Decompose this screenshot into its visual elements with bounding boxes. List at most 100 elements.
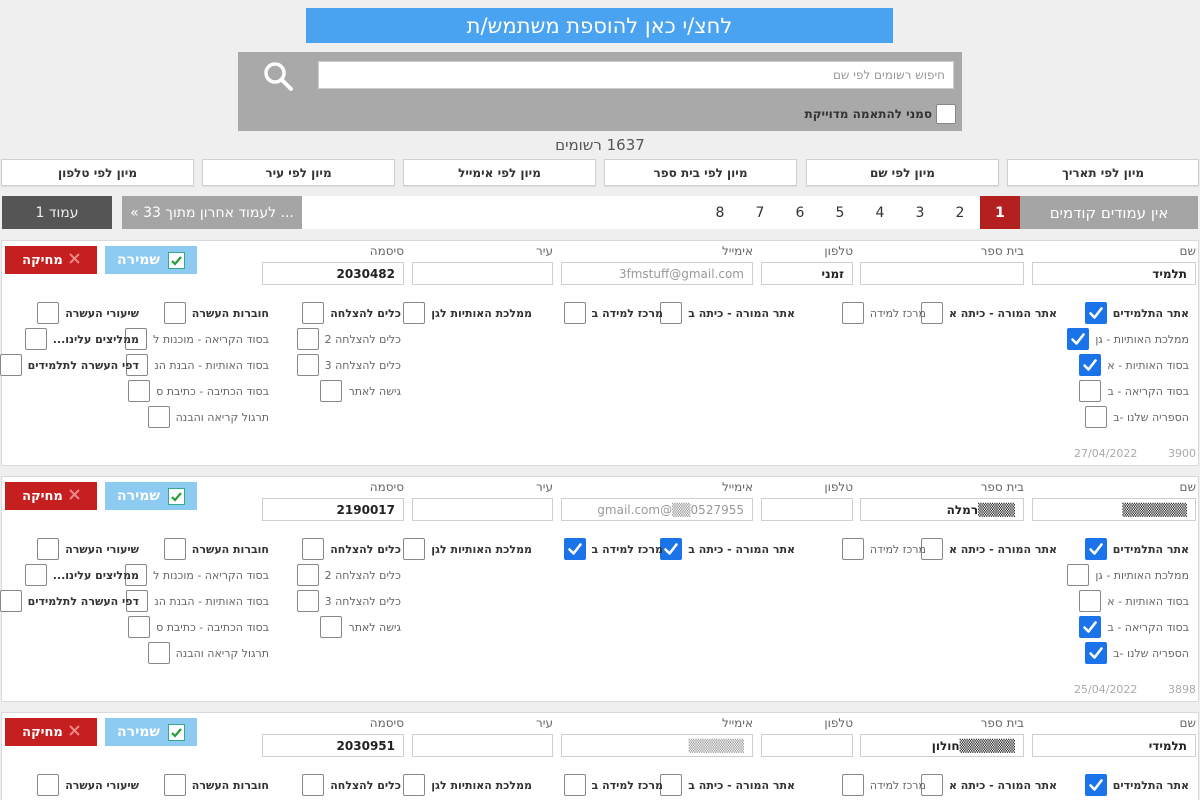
sort-by-school-button[interactable]: מיון לפי בית ספר [604,159,797,186]
permission-checkbox[interactable] [296,590,319,612]
page-2-button[interactable]: 2 [940,196,980,229]
password-input[interactable]: 2190017 [262,498,404,521]
exact-match-checkbox[interactable] [936,104,956,124]
search-input[interactable]: חיפוש רשומים לפי שם [318,61,954,89]
delete-button[interactable]: מחיקה [5,718,97,746]
permission-item[interactable]: דפי העשרה לתלמידים [0,590,139,612]
permission-checkbox[interactable] [24,328,47,350]
permission-item[interactable]: דפי העשרה לתלמידים [0,354,139,376]
permission-checkbox[interactable] [1079,354,1102,376]
permission-checkbox[interactable] [660,302,683,324]
permission-checkbox[interactable] [302,774,325,796]
permission-checkbox[interactable] [296,354,319,376]
permission-item[interactable]: תרגול קריאה והבנה [147,642,269,664]
permission-checkbox[interactable] [320,616,343,638]
permission-checkbox[interactable] [147,406,170,428]
permission-item[interactable]: אתר המורה - כיתה ב [660,774,795,796]
school-input[interactable] [860,262,1024,285]
page-8-button[interactable]: 8 [700,196,740,229]
school-input[interactable]: ▒▒▒▒▒▒חולון [860,734,1024,757]
exact-match-toggle[interactable]: סמני להתאמה מדוייקת [800,103,956,125]
permission-item[interactable]: גישה לאתר [320,616,401,638]
page-3-button[interactable]: 3 [900,196,940,229]
permission-checkbox[interactable] [37,302,60,324]
permission-checkbox[interactable] [1085,642,1108,664]
email-input[interactable]: 3fmstuff@gmail.com [561,262,753,285]
sort-by-name-button[interactable]: מיון לפי שם [806,159,999,186]
permission-item[interactable]: אתר התלמידים [1084,302,1189,324]
permission-item[interactable]: בסוד הקריאה - ב [1079,616,1189,638]
phone-input[interactable] [761,498,853,521]
permission-item[interactable]: מרכז למידה ב [563,774,663,796]
permission-checkbox[interactable] [841,774,864,796]
permission-checkbox[interactable] [1084,302,1107,324]
permission-item[interactable]: כלים להצלחה [302,538,401,560]
save-button[interactable]: שמירה [105,482,197,510]
save-button[interactable]: שמירה [105,246,197,274]
search-icon[interactable] [262,60,294,92]
permission-item[interactable]: אתר המורה - כיתה א [920,302,1057,324]
permission-checkbox[interactable] [0,354,22,376]
permission-checkbox[interactable] [163,538,186,560]
permission-item[interactable]: כלים להצלחה 3 [296,590,401,612]
permission-checkbox[interactable] [563,302,586,324]
city-input[interactable] [412,734,553,757]
permission-item[interactable]: מרכז למידה ב [563,302,663,324]
permission-item[interactable]: בסוד הקריאה - ב [1079,380,1189,402]
permission-item[interactable]: בסוד האותיות - הבנת הנ [126,590,269,612]
permission-checkbox[interactable] [841,302,864,324]
permission-checkbox[interactable] [1079,590,1102,612]
permission-item[interactable]: שיעורי העשרה [37,302,139,324]
permission-item[interactable]: הספריה שלנו -ב [1085,406,1189,428]
school-input[interactable]: ▒▒▒▒רמלה [860,498,1024,521]
permission-checkbox[interactable] [660,538,683,560]
permission-checkbox[interactable] [37,538,60,560]
permission-checkbox[interactable] [660,774,683,796]
permission-checkbox[interactable] [403,538,426,560]
last-page-button[interactable]: ... לעמוד אחרון מתוך 33 » [122,196,302,229]
permission-checkbox[interactable] [147,642,170,664]
permission-item[interactable]: בסוד האותיות - א [1079,590,1189,612]
permission-item[interactable]: בסוד האותיות - א [1079,354,1189,376]
permission-checkbox[interactable] [163,774,186,796]
permission-item[interactable]: מרכז למידה [841,302,926,324]
sort-by-email-button[interactable]: מיון לפי אימייל [403,159,596,186]
permission-item[interactable]: בסוד הכתיבה - כתיבת ס [128,380,269,402]
permission-item[interactable]: בסוד הכתיבה - כתיבת ס [128,616,269,638]
permission-item[interactable]: מרכז למידה [841,774,926,796]
email-input[interactable]: 0527955▒▒@gmail.com [561,498,753,521]
permission-checkbox[interactable] [37,774,60,796]
permission-checkbox[interactable] [1085,406,1108,428]
permission-item[interactable]: בסוד הקריאה - מוכנות ל [125,328,269,350]
permission-item[interactable]: תרגול קריאה והבנה [147,406,269,428]
permission-checkbox[interactable] [0,590,22,612]
permission-checkbox[interactable] [403,302,426,324]
city-input[interactable] [412,498,553,521]
permission-item[interactable]: מרכז למידה [841,538,926,560]
permission-item[interactable]: כלים להצלחה 2 [296,564,401,586]
permission-checkbox[interactable] [1084,538,1107,560]
permission-item[interactable]: אתר המורה - כיתה א [920,538,1057,560]
permission-checkbox[interactable] [302,538,325,560]
delete-button[interactable]: מחיקה [5,482,97,510]
permission-item[interactable]: ממליצים עלינו... [24,328,139,350]
page-4-button[interactable]: 4 [860,196,900,229]
permission-checkbox[interactable] [296,328,319,350]
password-input[interactable]: 2030482 [262,262,404,285]
permission-checkbox[interactable] [403,774,426,796]
sort-by-phone-button[interactable]: מיון לפי טלפון [1,159,194,186]
permission-item[interactable]: חוברות העשרה [163,774,269,796]
permission-checkbox[interactable] [1079,616,1102,638]
name-input[interactable]: תלמידי [1032,734,1196,757]
phone-input[interactable] [761,734,853,757]
permission-checkbox[interactable] [841,538,864,560]
permission-item[interactable]: ממליצים עלינו... [24,564,139,586]
permission-item[interactable]: אתר המורה - כיתה א [920,774,1057,796]
sort-by-date-button[interactable]: מיון לפי תאריך [1007,159,1199,186]
permission-item[interactable]: ממלכת האותיות - גן [1067,328,1189,350]
permission-item[interactable]: בסוד הקריאה - מוכנות ל [125,564,269,586]
sort-by-city-button[interactable]: מיון לפי עיר [202,159,395,186]
permission-item[interactable]: מרכז למידה ב [563,538,663,560]
permission-checkbox[interactable] [1067,564,1090,586]
password-input[interactable]: 2030951 [262,734,404,757]
